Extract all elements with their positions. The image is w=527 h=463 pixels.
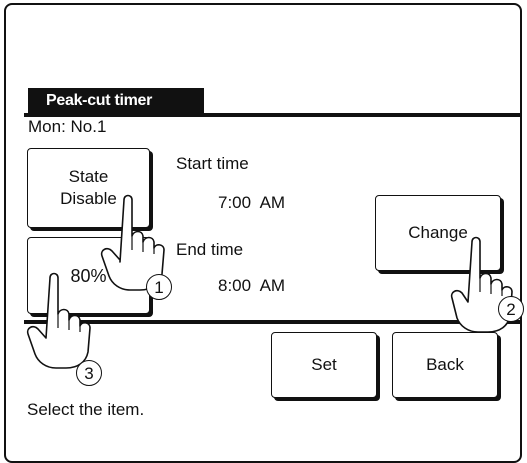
back-button[interactable]: Back <box>392 332 498 398</box>
start-time-value: 7:00 AM <box>218 193 286 212</box>
state-button-line1: State <box>68 167 109 186</box>
start-time-label: Start time <box>176 154 249 173</box>
end-time-value: 8:00 AM <box>218 276 286 295</box>
step-1-callout: 1 <box>146 274 172 300</box>
step-3-callout: 3 <box>76 360 102 386</box>
schedule-day-label: Mon: No.1 <box>28 117 107 136</box>
pointing-hand-icon <box>26 272 91 369</box>
end-time-label: End time <box>176 240 244 259</box>
step-2-callout: 2 <box>498 296 524 322</box>
instruction-text: Select the item. <box>27 400 145 419</box>
page-title: Peak-cut timer <box>28 88 204 113</box>
set-button[interactable]: Set <box>271 332 377 398</box>
